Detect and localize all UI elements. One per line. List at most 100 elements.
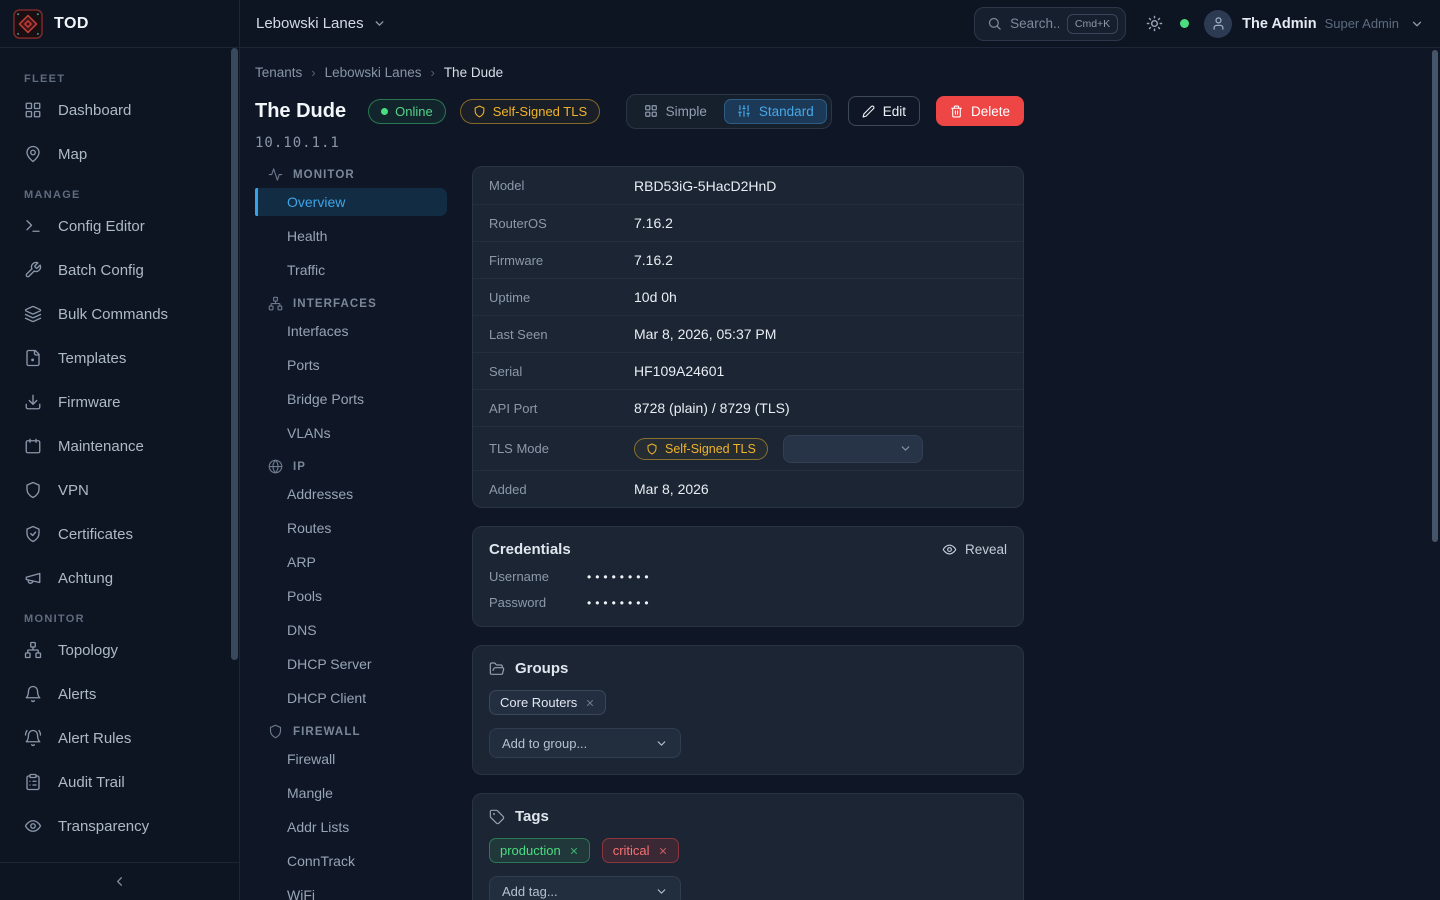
sidebar-item-firmware[interactable]: Firmware [0,380,239,424]
sidebar-item-vpn[interactable]: VPN [0,468,239,512]
tags-card: Tags production critical [472,793,1024,900]
remove-group-icon[interactable] [585,698,595,708]
subnav-item-bridge-ports[interactable]: Bridge Ports [255,385,447,413]
search-input[interactable] [1010,16,1059,31]
sidebar-item-label: Maintenance [58,438,144,455]
sidebar-section-fleet: FLEET [24,73,215,85]
groups-title: Groups [515,660,568,677]
main-scrollbar-thumb[interactable] [1432,50,1438,542]
group-chip: Core Routers [489,690,606,715]
credentials-title: Credentials [489,541,571,558]
delete-button[interactable]: Delete [936,96,1024,126]
sidebar-item-label: Map [58,146,87,163]
sidebar-item-alert-rules[interactable]: Alert Rules [0,716,239,760]
subnav-item-dns[interactable]: DNS [255,616,447,644]
sidebar-section-monitor: MONITOR [24,613,215,625]
activity-icon [268,167,283,182]
search-box[interactable]: Cmd+K [974,7,1126,41]
subnav-item-pools[interactable]: Pools [255,582,447,610]
search-shortcut-kbd: Cmd+K [1067,14,1118,34]
tls-mode-select[interactable] [783,435,923,463]
file-code-icon [24,349,42,367]
breadcrumb-tenant[interactable]: Lebowski Lanes [325,65,422,80]
view-mode-standard[interactable]: Standard [724,99,827,124]
app-title: TOD [54,15,89,33]
sidebar-item-batch-config[interactable]: Batch Config [0,248,239,292]
chevron-down-icon [899,442,912,455]
topology-icon [24,641,42,659]
sidebar-item-dashboard[interactable]: Dashboard [0,88,239,132]
subnav-item-traffic[interactable]: Traffic [255,256,447,284]
subnav-item-vlans[interactable]: VLANs [255,419,447,447]
subnav-item-ports[interactable]: Ports [255,351,447,379]
sidebar-scrollbar-thumb[interactable] [231,48,238,660]
subnav-section-firewall: FIREWALL [255,718,447,745]
user-menu-chevron-down-icon[interactable] [1410,17,1424,31]
subnav-item-addresses[interactable]: Addresses [255,480,447,508]
chevron-left-icon [112,874,127,889]
sidebar-item-achtung[interactable]: Achtung [0,556,239,600]
folder-icon [489,661,505,677]
sidebar-item-label: Firmware [58,394,121,411]
sidebar-item-bulk-commands[interactable]: Bulk Commands [0,292,239,336]
sidebar-item-label: Transparency [58,818,149,835]
terminal-icon [24,217,42,235]
subnav-item-routes[interactable]: Routes [255,514,447,542]
subnav-item-dhcp-client[interactable]: DHCP Client [255,684,447,712]
add-to-group-select[interactable]: Add to group... [489,728,681,758]
layers-icon [24,305,42,323]
subnav-item-dhcp-server[interactable]: DHCP Server [255,650,447,678]
subnav-item-mangle[interactable]: Mangle [255,779,447,807]
shield-icon [646,443,658,455]
sidebar-item-config-editor[interactable]: Config Editor [0,204,239,248]
sidebar-item-audit-trail[interactable]: Audit Trail [0,760,239,804]
app-root: TOD Lebowski Lanes Cmd+K [0,0,1440,900]
subnav-item-overview[interactable]: Overview [255,188,447,216]
remove-tag-icon[interactable] [658,846,668,856]
masked-password: •••••••• [587,596,653,610]
sidebar-item-map[interactable]: Map [0,132,239,176]
credentials-card: Credentials Reveal Username •••••••• [472,526,1024,627]
breadcrumb-separator: › [430,65,434,80]
detail-row-last-seen: Last Seen Mar 8, 2026, 05:37 PM [473,315,1023,352]
subnav-item-interfaces[interactable]: Interfaces [255,317,447,345]
sidebar-item-topology[interactable]: Topology [0,628,239,672]
detail-row-model: Model RBD53iG-5HacD2HnD [473,167,1023,204]
status-badge: Online [368,99,446,124]
sidebar-item-alerts[interactable]: Alerts [0,672,239,716]
view-mode-toggle: Simple Standard [626,94,832,129]
view-mode-simple[interactable]: Simple [631,99,720,124]
tls-badge: Self-Signed TLS [460,99,600,124]
subnav-item-health[interactable]: Health [255,222,447,250]
remove-tag-icon[interactable] [569,846,579,856]
edit-button[interactable]: Edit [848,96,920,126]
tenant-selector[interactable]: Lebowski Lanes [256,15,386,32]
subnav-item-addr-lists[interactable]: Addr Lists [255,813,447,841]
breadcrumb-separator: › [311,65,315,80]
sidebar-collapse-button[interactable] [0,862,239,900]
shield-check-icon [24,525,42,543]
subnav-item-firewall[interactable]: Firewall [255,745,447,773]
subnav-item-arp[interactable]: ARP [255,548,447,576]
tod-logo [13,9,43,39]
subnav-item-conntrack[interactable]: ConnTrack [255,847,447,875]
avatar[interactable] [1204,10,1232,38]
device-subnav: MONITOR Overview Health Traffic INTERFAC… [255,161,447,900]
sidebar-item-label: Achtung [58,570,113,587]
breadcrumb-tenants[interactable]: Tenants [255,65,302,80]
sidebar-item-templates[interactable]: Templates [0,336,239,380]
breadcrumb: Tenants › Lebowski Lanes › The Dude [255,65,1024,80]
topbar: TOD Lebowski Lanes Cmd+K [0,0,1440,48]
credential-row-password: Password •••••••• [489,595,1007,610]
topbar-main: Lebowski Lanes Cmd+K The Admin S [240,0,1440,47]
sidebar-item-certificates[interactable]: Certificates [0,512,239,556]
brand: TOD [0,0,240,47]
globe-icon [268,459,283,474]
reveal-button[interactable]: Reveal [942,542,1007,557]
theme-toggle-sun-icon[interactable] [1146,15,1163,32]
sidebar-item-maintenance[interactable]: Maintenance [0,424,239,468]
subnav-item-wifi[interactable]: WiFi [255,881,447,900]
groups-card: Groups Core Routers Add to group... [472,645,1024,775]
sidebar-item-transparency[interactable]: Transparency [0,804,239,848]
add-tag-select[interactable]: Add tag... [489,876,681,900]
